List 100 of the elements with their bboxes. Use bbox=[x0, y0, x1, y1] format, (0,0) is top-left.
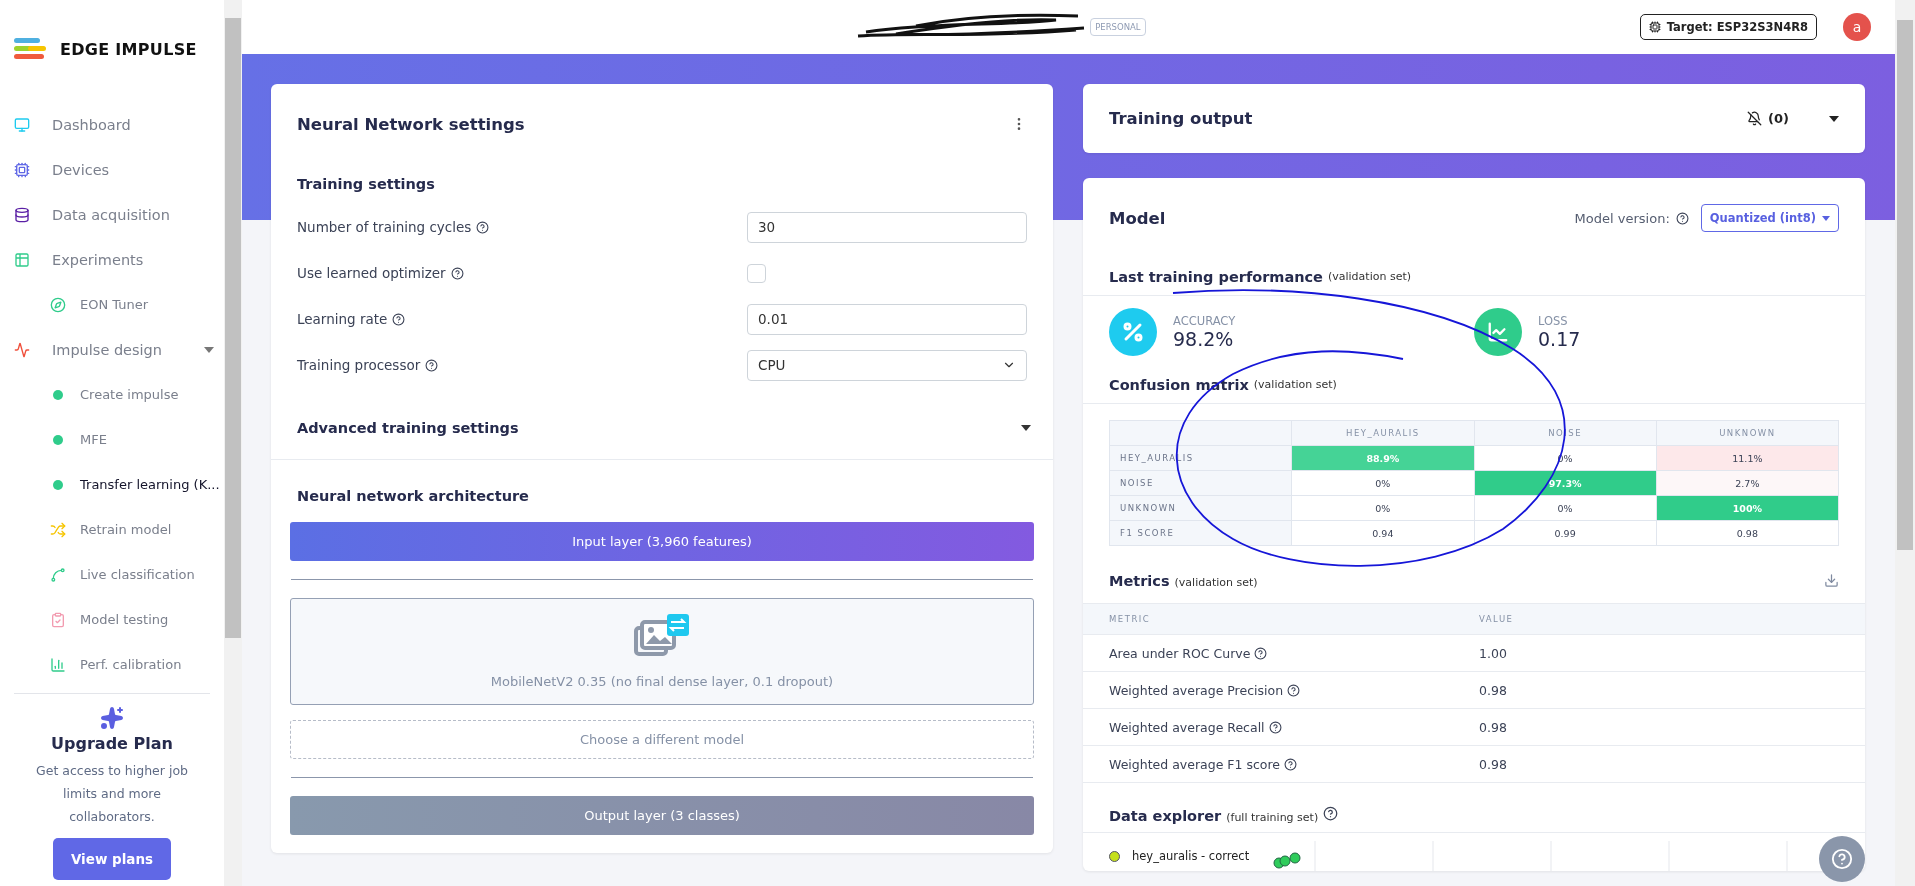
help-icon[interactable] bbox=[476, 220, 490, 234]
sidebar-item[interactable]: Data acquisition bbox=[0, 192, 224, 237]
target-button[interactable]: Target: ESP32S3N4R8 bbox=[1639, 14, 1817, 40]
help-icon[interactable] bbox=[1254, 646, 1268, 660]
section-title: Data explorer bbox=[1109, 808, 1222, 824]
logo-icon bbox=[14, 37, 48, 61]
sidebar-item[interactable]: Transfer learning (K... bbox=[0, 462, 224, 507]
help-icon[interactable] bbox=[1284, 757, 1297, 771]
view-plans-button[interactable]: View plans bbox=[53, 838, 171, 880]
metric-name: Weighted average Recall bbox=[1109, 719, 1265, 735]
stat-value: 0.17 bbox=[1538, 328, 1581, 350]
sidebar-item[interactable]: Live classification bbox=[0, 552, 224, 597]
bell-off-icon[interactable] bbox=[1747, 111, 1763, 126]
sidebar-item[interactable]: Devices bbox=[0, 147, 224, 192]
metric-value: 0.98 bbox=[1479, 756, 1507, 772]
column-header: VALUE bbox=[1479, 614, 1514, 624]
brand-name: EDGE IMPULSE bbox=[60, 39, 197, 59]
version-label: Model version: bbox=[1574, 210, 1670, 226]
sidebar-item[interactable]: Retrain model bbox=[0, 507, 224, 552]
nav-icon bbox=[14, 341, 30, 358]
section-title: Training settings bbox=[296, 175, 436, 194]
output-layer-bar[interactable]: Output layer (3 classes) bbox=[290, 796, 1034, 835]
help-icon[interactable] bbox=[1323, 806, 1339, 821]
section-title: Advanced training settings bbox=[297, 419, 519, 436]
version-select[interactable]: Quantized (int8) bbox=[1700, 204, 1839, 232]
sidebar-item[interactable]: Experiments bbox=[0, 237, 224, 282]
row-header: F1 SCORE bbox=[1109, 520, 1292, 546]
help-icon[interactable] bbox=[392, 312, 406, 326]
matrix-cell: 0% bbox=[1291, 495, 1474, 521]
help-icon bbox=[1831, 848, 1853, 870]
upgrade-title: Upgrade Plan bbox=[51, 734, 173, 753]
metric-value: 0.98 bbox=[1479, 682, 1507, 698]
metric-name: Weighted average Precision bbox=[1109, 682, 1284, 698]
status-dot-icon bbox=[53, 389, 63, 400]
sparkle-icon bbox=[100, 706, 124, 730]
upgrade-text: Get access to higher job limits and more collaborators. bbox=[35, 762, 189, 826]
help-icon[interactable] bbox=[450, 266, 464, 280]
metric-value: 1.00 bbox=[1479, 645, 1507, 661]
stat-value: 98.2% bbox=[1173, 328, 1235, 350]
legend-label: hey_auralis - correct bbox=[1132, 849, 1250, 863]
number-field[interactable]: 0.01 bbox=[747, 303, 1027, 335]
number-field[interactable]: 30 bbox=[747, 211, 1027, 243]
sidebar-item[interactable]: Dashboard bbox=[0, 102, 224, 147]
card-title: Training output bbox=[1109, 109, 1253, 128]
scrollbar-thumb[interactable] bbox=[1897, 20, 1913, 550]
chip-icon bbox=[1648, 21, 1661, 33]
scrollbar-thumb[interactable] bbox=[225, 18, 241, 638]
plan-badge: PERSONAL bbox=[1090, 18, 1146, 36]
row-header: UNKNOWN bbox=[1109, 495, 1292, 521]
sidebar-item[interactable]: Create impulse bbox=[0, 372, 224, 417]
stat-label: LOSS bbox=[1538, 314, 1569, 328]
matrix-cell: 0% bbox=[1291, 470, 1474, 496]
matrix-cell: 0.94 bbox=[1291, 520, 1474, 546]
user-avatar[interactable]: a bbox=[1843, 13, 1871, 41]
caret-icon[interactable] bbox=[1829, 115, 1839, 122]
nav-icon bbox=[14, 161, 30, 178]
section-title: Metrics (validation set) bbox=[1109, 572, 1258, 589]
column-header: UNKNOWN bbox=[1656, 420, 1839, 446]
matrix-cell: 0.98 bbox=[1656, 520, 1839, 546]
help-icon[interactable] bbox=[1287, 683, 1301, 697]
column-header: HEY_AURALIS bbox=[1291, 420, 1474, 446]
card-title: Model bbox=[1109, 208, 1166, 228]
card-title: Neural Network settings bbox=[297, 114, 525, 134]
matrix-cell: 100% bbox=[1656, 495, 1839, 521]
nav-icon bbox=[50, 566, 66, 583]
row-header: NOISE bbox=[1109, 470, 1292, 496]
field-label: Use learned optimizer bbox=[297, 265, 446, 281]
choose-model-button[interactable]: Choose a different model bbox=[290, 720, 1034, 759]
sidebar-item[interactable]: Model testing bbox=[0, 597, 224, 642]
nav-icon bbox=[14, 206, 30, 223]
section-note: (full training set) bbox=[1226, 811, 1319, 824]
notification-count: (0) bbox=[1768, 111, 1789, 126]
caret-icon bbox=[1822, 215, 1830, 221]
nav-icon bbox=[50, 521, 66, 538]
column-header: METRIC bbox=[1109, 614, 1152, 624]
caret-icon[interactable] bbox=[1021, 424, 1031, 431]
download-icon[interactable] bbox=[1824, 573, 1839, 588]
sidebar-item[interactable]: MFE bbox=[0, 417, 224, 462]
help-icon[interactable] bbox=[1268, 720, 1282, 734]
input-layer-bar[interactable]: Input layer (3,960 features) bbox=[290, 522, 1034, 561]
model-block[interactable]: MobileNetV2 0.35 (no final dense layer, 0.1 dropout) bbox=[290, 598, 1034, 705]
field-label: Training processor bbox=[297, 357, 421, 373]
sidebar-item[interactable]: Impulse design bbox=[0, 327, 224, 372]
metric-name: Area under ROC Curve bbox=[1109, 645, 1251, 661]
sidebar-item[interactable]: EON Tuner bbox=[0, 282, 224, 327]
help-icon[interactable] bbox=[425, 358, 439, 372]
section-title: Last training performance (validation set) bbox=[1083, 258, 1865, 296]
processor-select[interactable]: CPU bbox=[747, 349, 1027, 381]
nav-icon bbox=[50, 611, 66, 628]
field-label: Number of training cycles bbox=[297, 219, 472, 235]
stat-label: ACCURACY bbox=[1173, 314, 1236, 328]
matrix-cell: 11.1% bbox=[1656, 445, 1839, 471]
sidebar-item[interactable]: Perf. calibration bbox=[0, 642, 224, 687]
help-icon[interactable] bbox=[1675, 211, 1689, 225]
checkbox[interactable] bbox=[747, 263, 766, 283]
status-dot-icon bbox=[53, 479, 63, 490]
matrix-cell: 97.3% bbox=[1474, 470, 1657, 496]
matrix-cell: 2.7% bbox=[1656, 470, 1839, 496]
nav-icon bbox=[50, 296, 66, 313]
status-dot-icon bbox=[53, 434, 63, 445]
